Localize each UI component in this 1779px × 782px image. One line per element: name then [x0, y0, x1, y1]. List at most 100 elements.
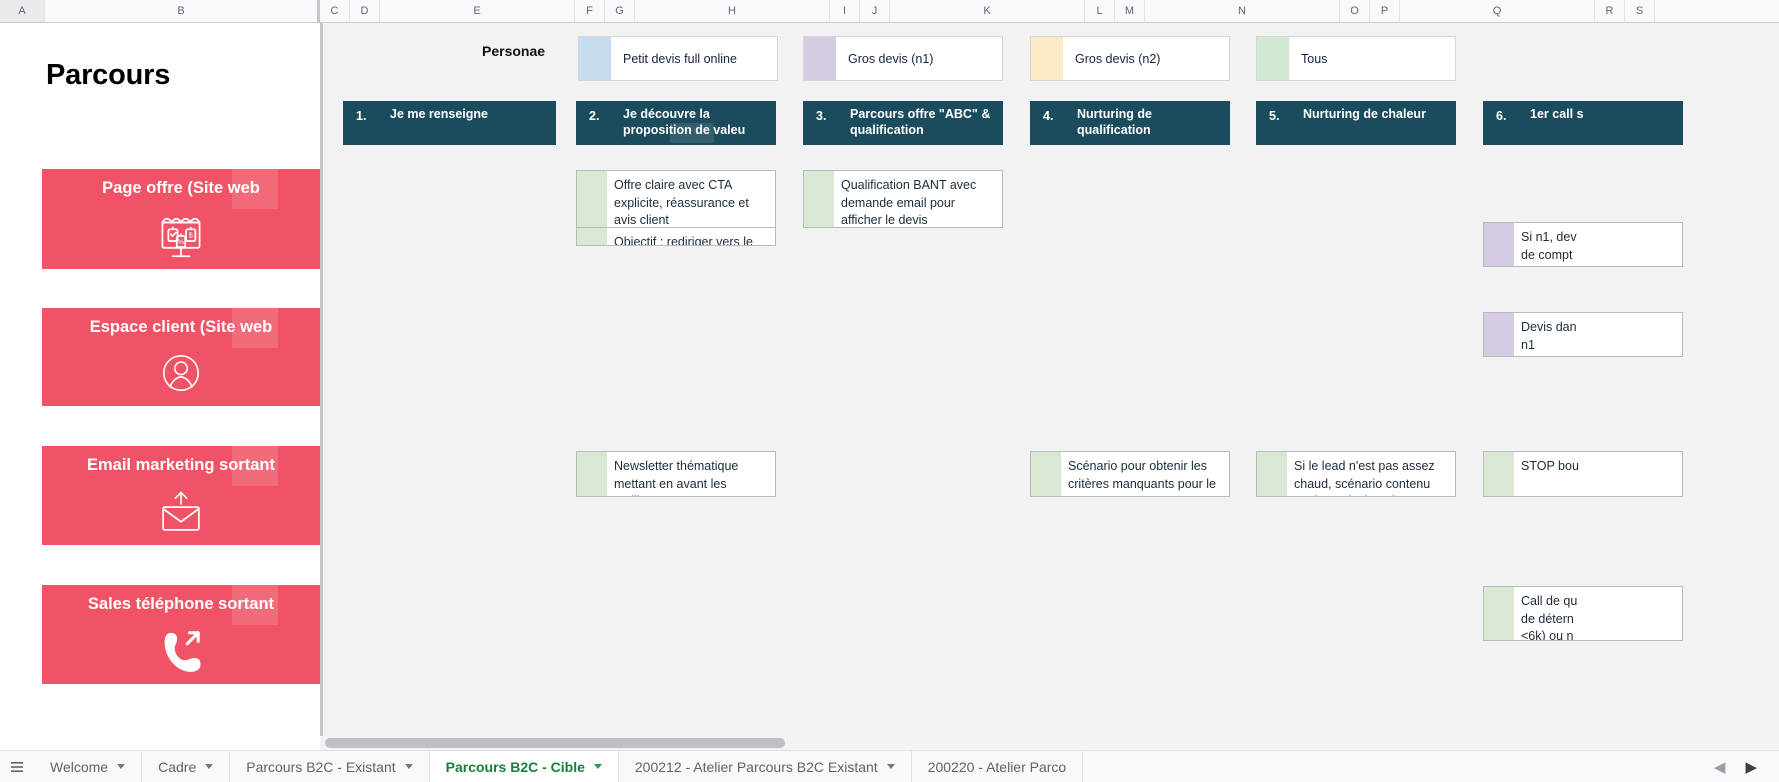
journey-note-cell[interactable]: Objectif : rediriger vers le QR [576, 228, 776, 246]
note-persona-swatch [1031, 452, 1061, 496]
sheet-tab-label: 200220 - Atelier Parco [927, 758, 1067, 775]
sheet-tab[interactable]: 200212 - Atelier Parcours B2C Existant [619, 751, 912, 782]
channel-label: Email marketing sortant [87, 456, 275, 474]
persona-card[interactable]: Gros devis (n2) [1030, 36, 1230, 81]
note-text: Qualification BANT avec demande email po… [841, 178, 977, 227]
note-text: Devis dan n1 [1521, 320, 1577, 352]
phone-outbound-icon [42, 625, 320, 675]
note-persona-swatch [1257, 452, 1287, 496]
stage-title: 1er call s [1530, 107, 1584, 121]
horizontal-scrollbar-thumb[interactable] [325, 738, 785, 748]
freeze-divider [320, 23, 323, 736]
channel-block[interactable]: Sales téléphone sortant [42, 585, 320, 684]
channel-block[interactable]: Email marketing sortant [42, 446, 320, 545]
frozen-left-pane: Parcours Page offre (Site web $ % Espace… [0, 23, 320, 736]
persona-color-swatch [1031, 37, 1063, 80]
journey-note-cell[interactable]: Si le lead n'est pas assez chaud, scénar… [1256, 451, 1456, 497]
persona-color-swatch [1257, 37, 1289, 80]
note-text: Offre claire avec CTA explicite, réassur… [614, 178, 749, 227]
sheet-tab[interactable]: Cadre [142, 751, 231, 782]
column-header-k[interactable]: K [890, 0, 1085, 22]
journey-note-cell[interactable]: STOP bou [1483, 451, 1683, 497]
column-header-r[interactable]: R [1595, 0, 1625, 22]
column-header-c[interactable]: C [320, 0, 350, 22]
channel-label: Sales téléphone sortant [87, 595, 275, 613]
column-header-a[interactable]: A [0, 0, 45, 22]
column-header-n[interactable]: N [1145, 0, 1340, 22]
chevron-down-icon[interactable] [205, 764, 214, 769]
stage-title: Nurturing de chaleur [1303, 107, 1426, 121]
sheet-tab-label: Parcours B2C - Cible [445, 758, 585, 775]
storefront-screen-icon: $ % [42, 209, 320, 263]
sheet-tab[interactable]: Welcome [34, 751, 143, 782]
column-header-h[interactable]: H [635, 0, 830, 22]
column-header-i[interactable]: I [830, 0, 860, 22]
column-header-e[interactable]: E [380, 0, 575, 22]
chevron-down-icon[interactable] [404, 764, 413, 769]
sheet-tab-label: Welcome [50, 758, 109, 775]
stage-header[interactable]: 4. Nurturing de qualification [1030, 101, 1230, 145]
column-header-g[interactable]: G [605, 0, 635, 22]
stage-number: 1. [356, 109, 367, 123]
sheet-tab[interactable]: Parcours B2C - Cible [429, 751, 619, 782]
chevron-down-icon[interactable] [593, 764, 602, 769]
stage-header[interactable]: 2. Je découvre la proposition de valeu [576, 101, 776, 145]
persona-card[interactable]: Tous [1256, 36, 1456, 81]
persona-name: Petit devis full online [623, 51, 737, 66]
journey-note-cell[interactable]: Devis dan n1 [1483, 312, 1683, 357]
column-header-d[interactable]: D [350, 0, 380, 22]
stage-header[interactable]: 3. Parcours offre "ABC" & qualification [803, 101, 1003, 145]
prev-sheet-icon[interactable]: ◀ [1714, 758, 1726, 776]
sheet-tab-label: 200212 - Atelier Parcours B2C Existant [634, 758, 878, 775]
journey-note-cell[interactable]: Scénario pour obtenir les critères manqu… [1030, 451, 1230, 497]
channel-block[interactable]: Espace client (Site web [42, 308, 320, 406]
note-persona-swatch [577, 452, 607, 496]
sheet-tab[interactable]: Parcours B2C - Existant [230, 751, 430, 782]
persona-color-swatch [804, 37, 836, 80]
column-header-t[interactable]: T [1655, 0, 1779, 22]
persona-name: Tous [1301, 51, 1328, 66]
note-text: Call de qu de détern <6k) ou n [1521, 594, 1578, 641]
sheet-tab-navigation: ◀ ▶ [1691, 751, 1779, 782]
column-header-q[interactable]: Q [1400, 0, 1595, 22]
column-header-b[interactable]: B [45, 0, 320, 22]
column-header-o[interactable]: O [1340, 0, 1370, 22]
svg-text:$: $ [189, 231, 194, 240]
stage-title: Nurturing de qualification [1077, 107, 1152, 137]
note-persona-swatch [1484, 452, 1514, 496]
column-header-l[interactable]: L [1085, 0, 1115, 22]
column-header-f[interactable]: F [575, 0, 605, 22]
persona-name: Gros devis (n2) [1075, 51, 1161, 66]
column-header-p[interactable]: P [1370, 0, 1400, 22]
journey-note-cell[interactable]: Qualification BANT avec demande email po… [803, 170, 1003, 228]
journey-note-cell[interactable]: Offre claire avec CTA explicite, réassur… [576, 170, 776, 228]
column-header-j[interactable]: J [860, 0, 890, 22]
column-header-s[interactable]: S [1625, 0, 1655, 22]
persona-card[interactable]: Petit devis full online [578, 36, 778, 81]
chevron-down-icon[interactable] [117, 764, 126, 769]
svg-text:%: % [178, 239, 184, 246]
stage-number: 6. [1496, 109, 1507, 123]
sheet-tab-label: Parcours B2C - Existant [246, 758, 396, 775]
persona-card[interactable]: Gros devis (n1) [803, 36, 1003, 81]
channel-block[interactable]: Page offre (Site web $ % [42, 169, 320, 269]
note-persona-swatch [1484, 313, 1514, 356]
stage-header[interactable]: 5. Nurturing de chaleur [1256, 101, 1456, 145]
user-circle-icon [42, 348, 320, 398]
journey-note-cell[interactable]: Si n1, dev de compt [1483, 222, 1683, 267]
all-sheets-icon[interactable] [0, 751, 34, 782]
stage-header[interactable]: 6. 1er call s [1483, 101, 1683, 145]
note-text: Si le lead n'est pas assez chaud, scénar… [1294, 459, 1435, 496]
grid-canvas[interactable]: Personae Petit devis full online Gros devi… [0, 23, 1779, 736]
stage-header[interactable]: 1. Je me renseigne [343, 101, 556, 145]
sheet-tab-bar: Welcome Cadre Parcours B2C - Existant Parco… [0, 750, 1779, 782]
next-sheet-icon[interactable]: ▶ [1745, 758, 1757, 776]
note-text: Scénario pour obtenir les critères manqu… [1068, 459, 1216, 496]
sheet-tab[interactable]: 200220 - Atelier Parco [912, 751, 1084, 782]
stage-number: 4. [1043, 109, 1054, 123]
spreadsheet-app: ABCDEFGHIJKLMNOPQRST Personae Petit devis… [0, 0, 1779, 782]
chevron-down-icon[interactable] [886, 764, 895, 769]
column-header-m[interactable]: M [1115, 0, 1145, 22]
journey-note-cell[interactable]: Newsletter thématique mettant en avant l… [576, 451, 776, 497]
journey-note-cell[interactable]: Call de qu de détern <6k) ou n [1483, 586, 1683, 641]
